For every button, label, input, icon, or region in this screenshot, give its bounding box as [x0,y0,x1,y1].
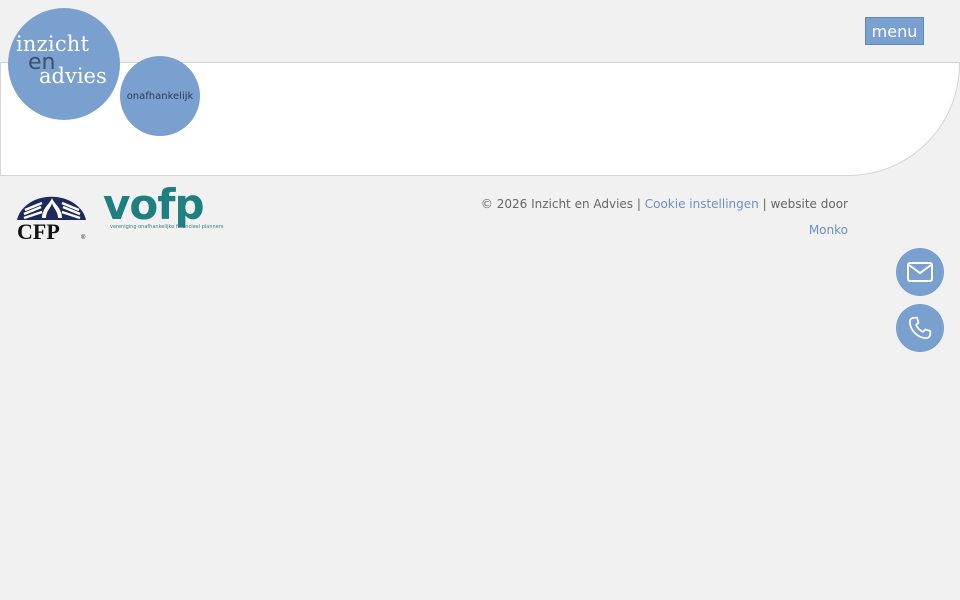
cookie-settings-link[interactable]: Cookie instellingen [645,197,759,211]
footer-credits: © 2026 Inzicht en Advies | Cookie instel… [481,197,848,211]
footer-agency: Monko [809,223,848,237]
phone-icon [908,316,932,340]
page: inzicht en advies onafhankelijk menu CFP… [0,0,960,600]
website-by-text: | website door [758,197,848,211]
vofp-wordmark: vofp [103,180,205,229]
copyright-text: © 2026 Inzicht en Advies | [480,197,645,211]
email-button[interactable] [896,248,944,296]
envelope-icon [907,262,933,282]
cfp-wordmark: CFP [17,219,60,242]
vofp-logo[interactable]: vofp vereniging onafhankelijke financiee… [103,184,243,243]
independent-badge-label: onafhankelijk [126,90,194,102]
menu-button[interactable]: menu [865,17,924,45]
phone-button[interactable] [896,304,944,352]
agency-link[interactable]: Monko [809,223,848,237]
svg-text:®: ® [81,234,86,241]
independent-badge: onafhankelijk [120,56,200,136]
site-logo[interactable]: inzicht en advies [8,8,120,120]
cfp-emblem-icon: CFP ® [17,196,86,244]
cfp-logo[interactable]: CFP ® [16,192,88,244]
logo-text-advies: advies [39,64,107,88]
vofp-tagline: vereniging onafhankelijke financieel pla… [110,224,224,230]
